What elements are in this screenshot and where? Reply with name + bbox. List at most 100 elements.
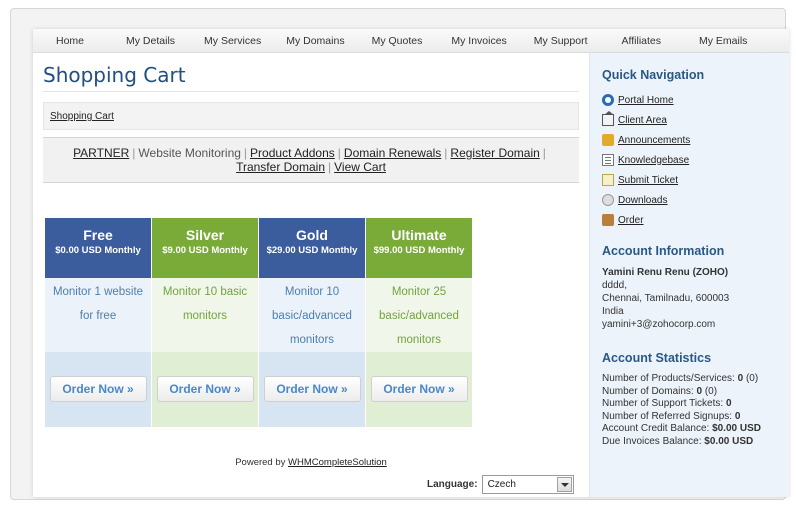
title-divider	[43, 91, 579, 92]
language-label: Language:	[427, 479, 478, 490]
category-view-cart[interactable]: View Cart	[334, 160, 386, 174]
stat-value: 0	[737, 373, 744, 384]
stat-label: Number of Referred Signups:	[602, 410, 733, 422]
nav-my-services[interactable]: My Services	[204, 35, 261, 47]
stat-extra: (0)	[704, 385, 718, 397]
nav-my-details[interactable]: My Details	[126, 35, 175, 47]
account-statistics: Number of Products/Services: 0 (0) Numbe…	[602, 373, 789, 448]
stat-row: Number of Products/Services: 0 (0)	[602, 373, 789, 386]
portal-home-icon	[602, 94, 614, 106]
account-country: India	[602, 306, 624, 317]
quick-nav-label[interactable]: Client Area	[618, 115, 667, 126]
quick-nav-label[interactable]: Downloads	[618, 195, 667, 206]
stat-label: Number of Support Tickets:	[602, 398, 724, 409]
stat-row: Number of Domains: 0 (0)	[602, 386, 789, 399]
powered-by-text: Powered by	[235, 457, 286, 468]
page-frame: Home My Details My Services My Domains M…	[10, 8, 789, 500]
language-select[interactable]: Czech	[481, 475, 574, 494]
plan-silver: Silver $9.00 USD Monthly Monitor 10 basi…	[152, 218, 259, 427]
nav-my-support[interactable]: My Support	[534, 35, 588, 47]
portal-container: Home My Details My Services My Domains M…	[33, 29, 789, 497]
quick-nav-downloads[interactable]: Downloads	[602, 190, 789, 210]
quick-nav-submit-ticket[interactable]: Submit Ticket	[602, 170, 789, 190]
quick-nav-label[interactable]: Announcements	[618, 135, 690, 146]
nav-my-quotes[interactable]: My Quotes	[372, 35, 423, 47]
plan-order-row: Order Now »	[45, 352, 152, 427]
breadcrumb: Shopping Cart	[43, 102, 579, 130]
stat-label: Number of Products/Services:	[602, 373, 735, 384]
quick-nav-announcements[interactable]: Announcements	[602, 130, 789, 150]
stat-value: 0	[696, 385, 703, 397]
stat-value: 0	[725, 398, 732, 409]
top-navigation: Home My Details My Services My Domains M…	[33, 29, 789, 53]
plan-description: Monitor 10 basic monitors	[152, 278, 259, 352]
nav-my-invoices[interactable]: My Invoices	[451, 35, 506, 47]
stat-row: Due Invoices Balance: $0.00 USD	[602, 436, 789, 449]
plan-name: Gold	[296, 227, 328, 243]
category-transfer-domain[interactable]: Transfer Domain	[236, 160, 325, 174]
nav-home[interactable]: Home	[56, 35, 84, 47]
order-now-button[interactable]: Order Now »	[263, 376, 361, 402]
main-content: Shopping Cart Shopping Cart PARTNER | Webs…	[43, 61, 579, 494]
nav-affiliates[interactable]: Affiliates	[622, 35, 662, 47]
account-address-line: dddd,	[602, 280, 628, 291]
plan-gold: Gold $29.00 USD Monthly Monitor 10 basic…	[259, 218, 366, 427]
plan-order-row: Order Now »	[152, 352, 259, 427]
quick-nav-label[interactable]: Submit Ticket	[618, 175, 678, 186]
downloads-icon	[602, 194, 614, 206]
stat-value: $0.00 USD	[704, 435, 754, 447]
quick-nav-label[interactable]: Order	[618, 215, 644, 226]
plan-description: Monitor 10 basic/advanced monitors	[259, 278, 366, 352]
powered-by: Powered by WHMCompleteSolution	[43, 457, 579, 468]
client-area-icon	[602, 111, 614, 126]
language-selector: Language: Czech	[427, 475, 574, 494]
quick-nav-order[interactable]: Order	[602, 210, 789, 230]
plan-price: $99.00 USD Monthly	[373, 245, 465, 256]
quick-nav-knowledgebase[interactable]: Knowledgebase	[602, 150, 789, 170]
nav-my-domains[interactable]: My Domains	[286, 35, 344, 47]
powered-by-link[interactable]: WHMCompleteSolution	[288, 457, 387, 468]
plan-description: Monitor 1 website for free	[45, 278, 152, 352]
plan-price: $29.00 USD Monthly	[266, 245, 358, 256]
category-domain-renewals[interactable]: Domain Renewals	[344, 146, 441, 160]
quick-nav-client-area[interactable]: Client Area	[602, 110, 789, 130]
plan-name: Free	[83, 227, 113, 243]
quick-nav-label[interactable]: Portal Home	[618, 95, 674, 106]
plan-name: Ultimate	[391, 227, 447, 243]
category-partner[interactable]: PARTNER	[73, 146, 129, 160]
account-city-line: Chennai, Tamilnadu, 600003	[602, 293, 730, 304]
plan-price: $9.00 USD Monthly	[162, 245, 248, 256]
quick-navigation-title: Quick Navigation	[602, 68, 705, 82]
stat-value: $0.00 USD	[712, 423, 761, 434]
account-information: Yamini Renu Renu (ZOHO) dddd, Chennai, T…	[602, 266, 789, 331]
announcements-icon	[602, 134, 614, 146]
breadcrumb-shopping-cart[interactable]: Shopping Cart	[50, 111, 114, 122]
stat-label: Due Invoices Balance:	[602, 435, 702, 447]
stat-value: 0	[734, 410, 741, 422]
stat-extra: (0)	[745, 373, 759, 384]
knowledgebase-icon	[602, 154, 614, 166]
stat-label: Number of Domains:	[602, 385, 694, 397]
account-name: Yamini Renu Renu (ZOHO)	[602, 267, 729, 278]
page-title: Shopping Cart	[43, 63, 186, 87]
stat-label: Account Credit Balance:	[602, 423, 710, 434]
account-information-title: Account Information	[602, 244, 725, 258]
category-product-addons[interactable]: Product Addons	[250, 146, 335, 160]
order-now-button[interactable]: Order Now »	[49, 376, 147, 402]
plan-order-row: Order Now »	[366, 352, 473, 427]
quick-nav-portal-home[interactable]: Portal Home	[602, 90, 789, 110]
plan-header: Gold $29.00 USD Monthly	[259, 218, 366, 278]
stat-row: Number of Support Tickets: 0	[602, 398, 789, 411]
quick-nav-label[interactable]: Knowledgebase	[618, 155, 689, 166]
order-now-button[interactable]: Order Now »	[156, 376, 254, 402]
order-now-button[interactable]: Order Now »	[370, 376, 468, 402]
chevron-down-icon[interactable]	[556, 477, 572, 492]
order-icon	[602, 214, 614, 226]
plan-header: Free $0.00 USD Monthly	[45, 218, 152, 278]
submit-ticket-icon	[602, 174, 614, 186]
sidebar: Quick Navigation Portal Home Client Area…	[589, 53, 789, 497]
plan-description: Monitor 25 basic/advanced monitors	[366, 278, 473, 352]
pricing-table: Free $0.00 USD Monthly Monitor 1 website…	[45, 218, 473, 427]
nav-my-emails[interactable]: My Emails	[699, 35, 747, 47]
category-register-domain[interactable]: Register Domain	[450, 146, 539, 160]
